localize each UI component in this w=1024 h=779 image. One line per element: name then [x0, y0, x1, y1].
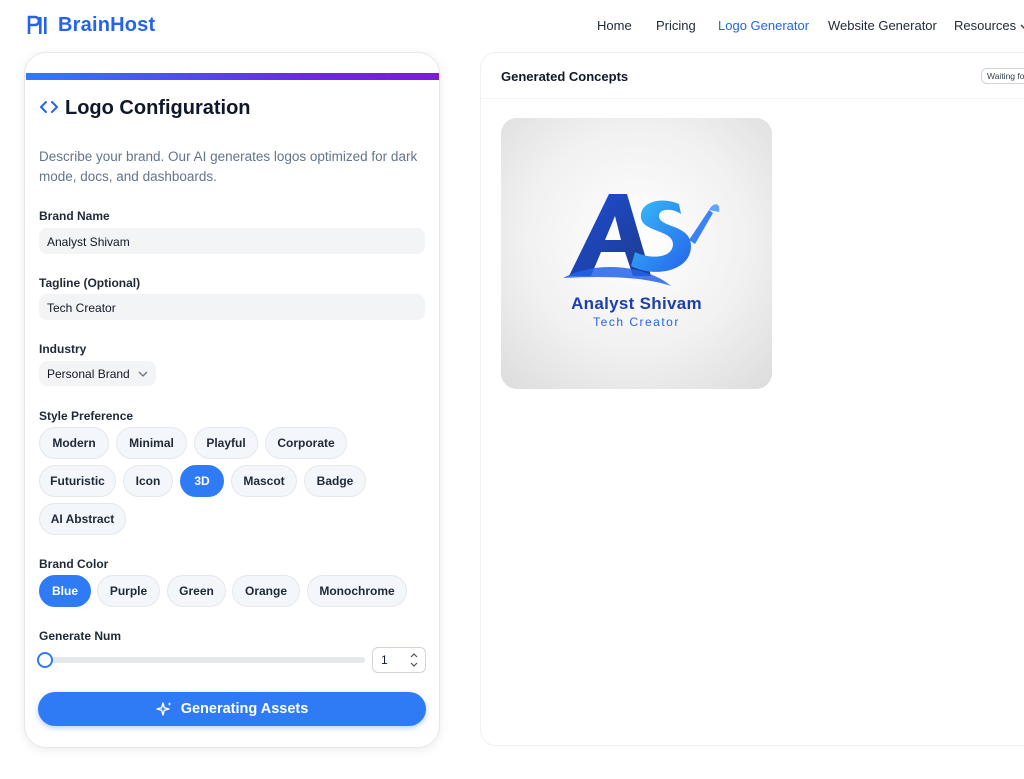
- color-chip-blue[interactable]: Blue: [39, 575, 91, 607]
- accent-gradient-bar: [26, 73, 439, 80]
- as-monogram-icon: [563, 194, 720, 286]
- brand-name-input[interactable]: Analyst Shivam: [39, 228, 425, 254]
- chevron-down-icon: [138, 371, 148, 377]
- generate-button-label: Generating Assets: [180, 701, 309, 717]
- sparkles-icon: [156, 701, 172, 716]
- color-chip-orange[interactable]: Orange: [232, 575, 300, 607]
- generate-num-value: 1: [381, 653, 388, 667]
- nav-resources-label: Resources: [954, 18, 1017, 33]
- generate-num-label: Generate Num: [39, 629, 122, 643]
- tagline-input[interactable]: Tech Creator: [39, 294, 425, 320]
- nav-pricing[interactable]: Pricing: [656, 18, 696, 33]
- style-chip-playful[interactable]: Playful: [194, 427, 258, 459]
- concept-logo-card[interactable]: Analyst Shivam Tech Creator: [501, 118, 772, 389]
- concepts-title: Generated Concepts: [501, 69, 629, 84]
- style-chip-minimal[interactable]: Minimal: [116, 427, 187, 459]
- industry-label: Industry: [39, 342, 87, 356]
- style-chip-mascot[interactable]: Mascot: [231, 465, 297, 497]
- industry-select-value: Personal Brand: [47, 366, 130, 381]
- generated-concepts-panel: Generated Concepts Waiting fo Analyst Sh…: [480, 52, 1024, 746]
- logo-configuration-card: Logo Configuration Describe your brand. …: [24, 52, 440, 748]
- config-title: Logo Configuration: [65, 97, 251, 119]
- style-chip-3d[interactable]: 3D: [180, 465, 224, 497]
- config-description: Describe your brand. Our AI generates lo…: [39, 149, 418, 184]
- style-chip-ai-abstract[interactable]: AI Abstract: [39, 503, 126, 535]
- style-chip-modern[interactable]: Modern: [39, 427, 109, 459]
- brand-name[interactable]: BrainHost: [58, 14, 155, 37]
- industry-select[interactable]: Personal Brand: [39, 361, 156, 386]
- logo-tagline: Tech Creator: [593, 315, 680, 329]
- generate-num-slider-track[interactable]: [45, 657, 365, 663]
- nav-logo-generator[interactable]: Logo Generator: [718, 18, 809, 33]
- nav-website-generator[interactable]: Website Generator: [828, 18, 937, 33]
- code-brackets-icon: [40, 101, 58, 113]
- style-chip-corporate[interactable]: Corporate: [265, 427, 347, 459]
- nav-resources[interactable]: Resources: [954, 18, 1024, 33]
- style-preference-label: Style Preference: [39, 409, 134, 423]
- generate-button[interactable]: Generating Assets: [38, 692, 426, 726]
- stepper-arrows-icon[interactable]: [409, 650, 419, 670]
- color-chip-green[interactable]: Green: [167, 575, 226, 607]
- brand-name-label: Brand Name: [39, 209, 110, 223]
- style-chip-badge[interactable]: Badge: [304, 465, 366, 497]
- color-chip-monochrome[interactable]: Monochrome: [307, 575, 407, 607]
- status-badge: Waiting fo: [981, 68, 1024, 84]
- generate-num-slider-thumb[interactable]: [37, 652, 53, 668]
- style-chip-icon[interactable]: Icon: [123, 465, 173, 497]
- top-nav-bar: BrainHost Home Pricing Logo Generator We…: [0, 0, 1024, 52]
- nav-home[interactable]: Home: [597, 18, 632, 33]
- style-chip-futuristic[interactable]: Futuristic: [39, 465, 116, 497]
- brand-color-label: Brand Color: [39, 557, 109, 571]
- logo-brand-name: Analyst Shivam: [571, 294, 702, 313]
- concepts-header: Generated Concepts Waiting fo: [481, 53, 1024, 99]
- color-chip-purple[interactable]: Purple: [97, 575, 160, 607]
- chevron-down-icon: [1020, 24, 1024, 29]
- generate-num-stepper[interactable]: 1: [372, 647, 426, 673]
- brainhost-logo-icon[interactable]: [27, 14, 49, 36]
- tagline-label: Tagline (Optional): [39, 276, 141, 290]
